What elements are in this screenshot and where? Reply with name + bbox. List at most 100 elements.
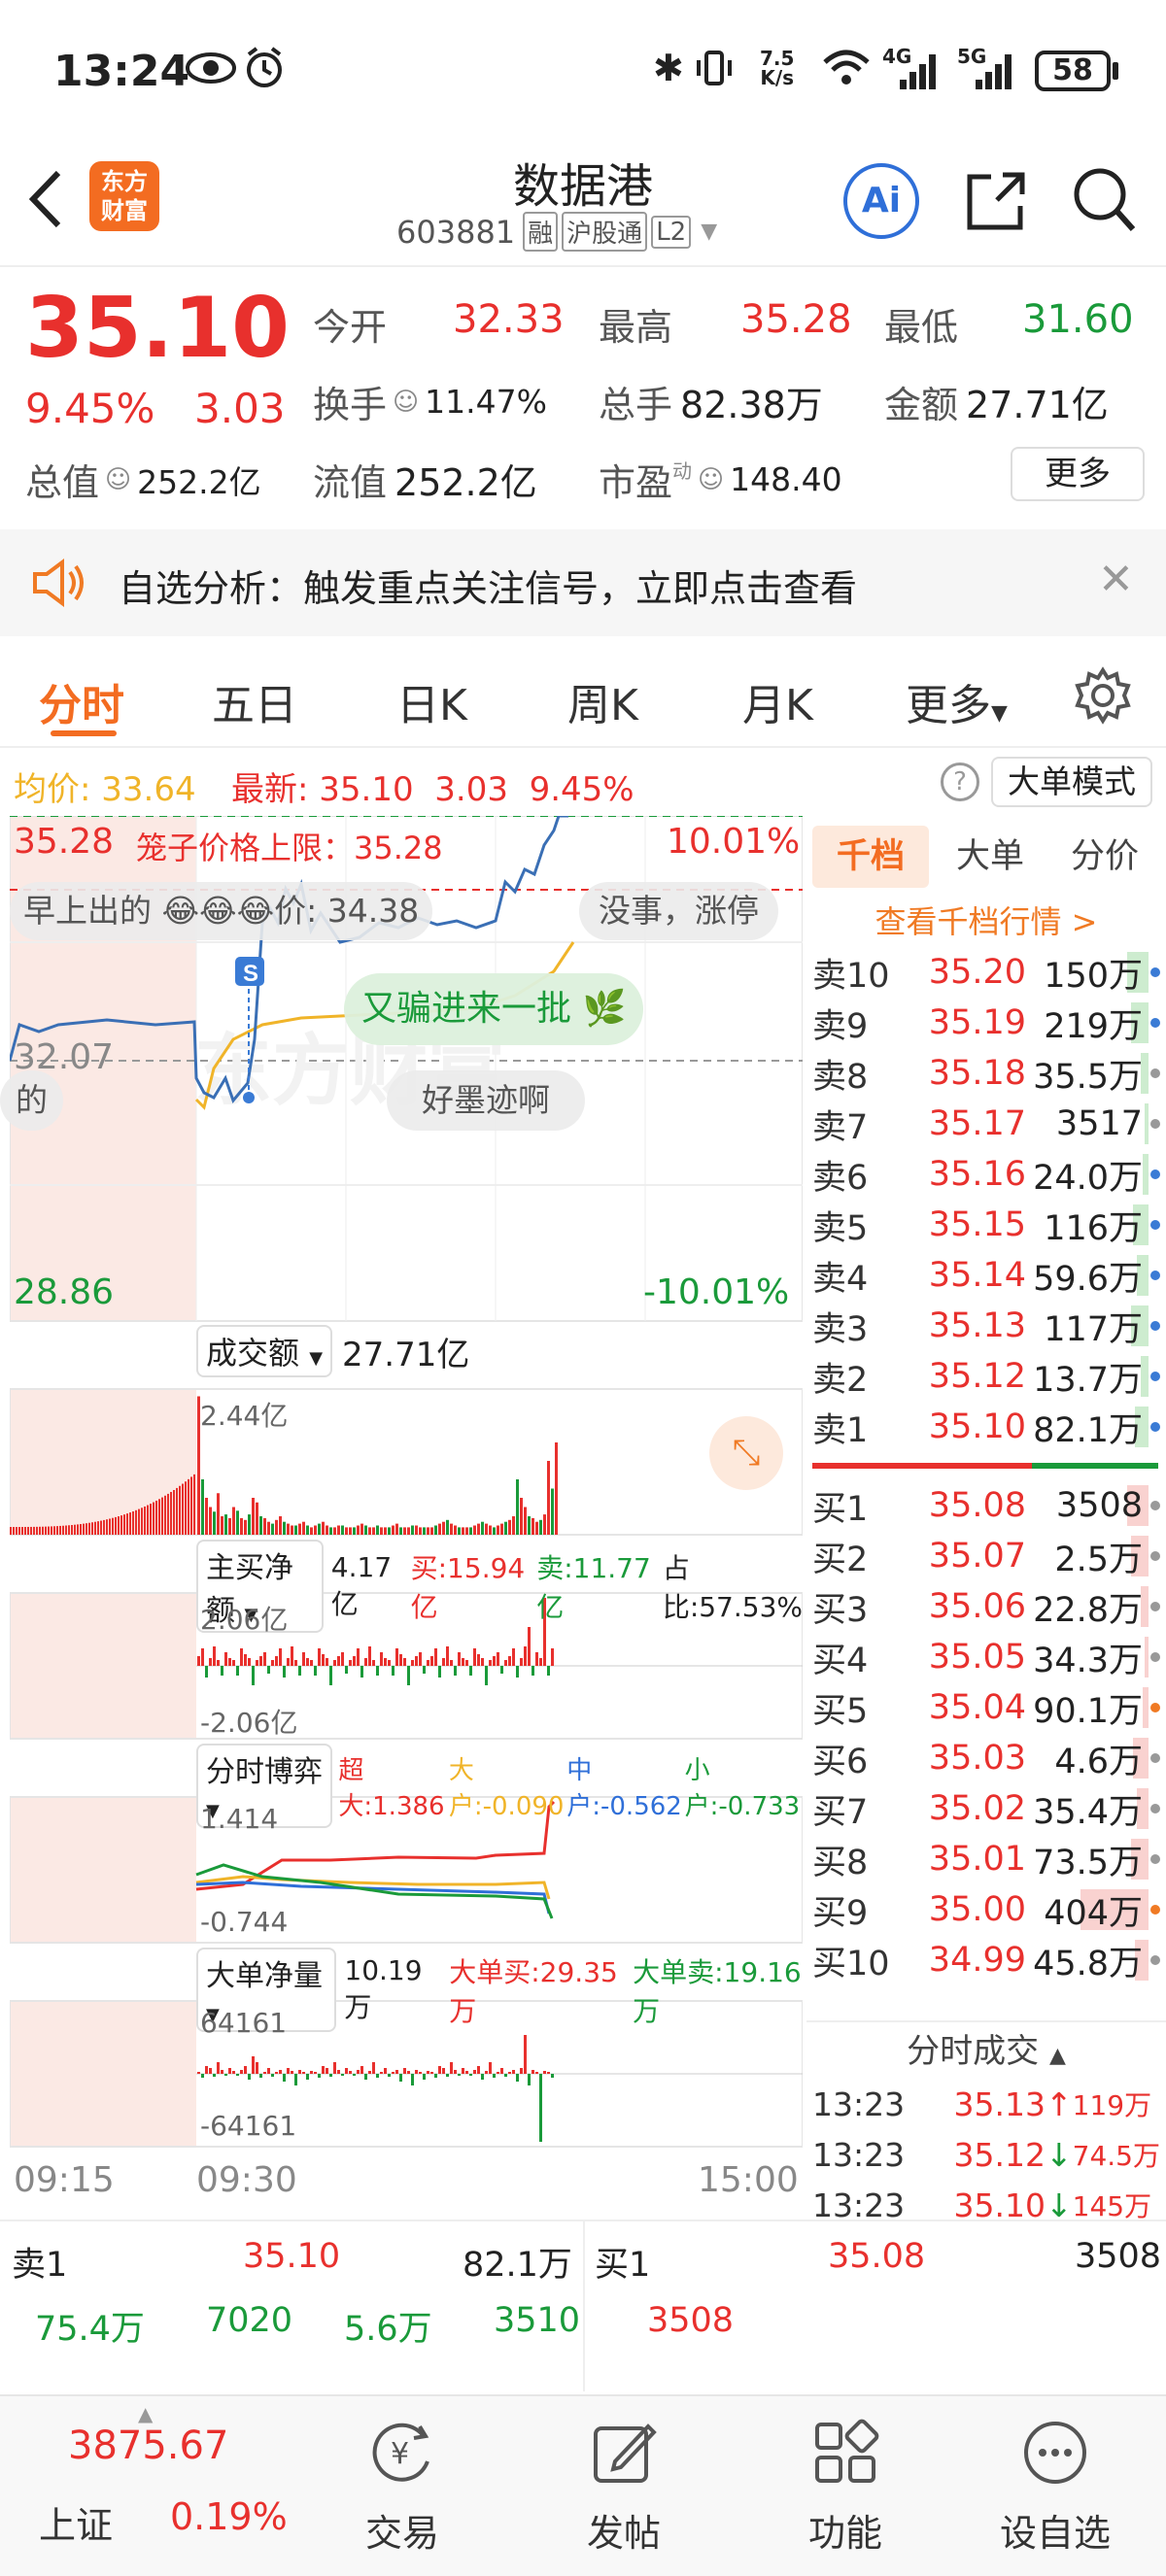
net-buy-bar <box>411 1660 414 1666</box>
tab-intraday[interactable]: 分时 <box>39 670 124 732</box>
bid-level-row[interactable]: 买7 35.02 35.4万 <box>812 1783 1166 1834</box>
net-buy-bar <box>489 1660 492 1666</box>
gear-icon[interactable] <box>1074 666 1132 729</box>
tab-daily-k[interactable]: 日K <box>396 670 467 732</box>
nav-post[interactable]: 发帖 <box>513 2396 735 2576</box>
big-net-bar <box>244 2066 247 2074</box>
amount: 金额 27.71亿 <box>884 384 1109 426</box>
net-buy-bar <box>407 1666 410 1685</box>
volume-bar <box>201 1479 204 1535</box>
volume-bar <box>357 1525 360 1535</box>
ask-level-row[interactable]: 卖10 35.20 150万 <box>812 947 1166 998</box>
nav-functions[interactable]: 功能 <box>735 2396 956 2576</box>
premarket-volume-bar <box>164 1495 166 1535</box>
volume-bar <box>341 1525 344 1535</box>
comment-bubble[interactable]: 没事，涨停 <box>579 882 778 940</box>
level-label: 卖4 <box>812 1259 869 1299</box>
tick-trades-header[interactable]: 分时成交 ▲ <box>806 2020 1166 2079</box>
comment-bubble[interactable]: 好墨迹啊 <box>387 1070 585 1131</box>
tab-five-day[interactable]: 五日 <box>212 670 297 732</box>
stock-header: 东方 财富 数据港 603881 融 沪股通 L2 ▼ Ai <box>0 146 1166 267</box>
net-buy-bar <box>357 1648 360 1666</box>
bid-level-row[interactable]: 买2 35.07 2.5万 <box>812 1531 1166 1581</box>
volume-bar <box>263 1517 266 1535</box>
net-buy-bar <box>539 1658 542 1666</box>
bid-level-row[interactable]: 买1 35.08 3508 <box>812 1480 1166 1531</box>
ask-level-row[interactable]: 卖9 35.19 219万 <box>812 998 1166 1048</box>
share-icon[interactable] <box>962 167 1030 239</box>
volume-bar <box>434 1525 437 1535</box>
tab-weekly-k[interactable]: 周K <box>567 670 638 732</box>
comment-bubble[interactable]: 的 <box>0 1070 63 1131</box>
ask-level-row[interactable]: 卖7 35.17 3517 <box>812 1099 1166 1149</box>
ask-level-row[interactable]: 卖4 35.14 59.6万 <box>812 1250 1166 1301</box>
tab-monthly-k[interactable]: 月K <box>742 670 813 732</box>
big-order-mode-button[interactable]: 大单模式 <box>991 757 1152 807</box>
bid-level-row[interactable]: 买10 34.99 45.8万 <box>812 1935 1166 1985</box>
net-buy-bar <box>512 1648 515 1666</box>
close-icon[interactable]: ✕ <box>1098 555 1134 604</box>
ask-level-row[interactable]: 卖8 35.18 35.5万 <box>812 1048 1166 1099</box>
big-net-bar <box>345 2068 348 2074</box>
level-volume: 404万 <box>1044 1893 1143 1933</box>
ask-level-row[interactable]: 卖3 35.13 117万 <box>812 1301 1166 1351</box>
level-price: 35.06 <box>928 1587 1026 1626</box>
premarket-volume-bar <box>88 1522 90 1535</box>
view-thousand-levels-link[interactable]: 查看千档行情 > <box>806 898 1166 942</box>
status-dot <box>1150 1905 1160 1915</box>
level-price: 35.13 <box>928 1306 1026 1345</box>
stock-name[interactable]: 数据港 <box>408 148 758 216</box>
bid-level-row[interactable]: 买3 35.06 22.8万 <box>812 1581 1166 1632</box>
bid-level-row[interactable]: 买4 35.05 34.3万 <box>812 1632 1166 1682</box>
big-net-bar <box>458 2074 461 2076</box>
tick-time: 13:23 <box>812 2186 906 2224</box>
ai-assistant-icon[interactable]: Ai <box>843 163 919 239</box>
search-icon[interactable] <box>1071 165 1139 239</box>
ask-level-row[interactable]: 卖2 35.12 13.7万 <box>812 1351 1166 1402</box>
help-icon[interactable]: ? <box>941 763 979 801</box>
level-price: 35.14 <box>928 1256 1026 1295</box>
volume-bar <box>376 1525 379 1535</box>
status-dot <box>1150 1119 1160 1129</box>
bid-level-row[interactable]: 买6 35.03 4.6万 <box>812 1733 1166 1783</box>
tab-more[interactable]: 更多▼ <box>906 670 1008 732</box>
premarket-volume-bar <box>132 1510 134 1535</box>
index-ticker[interactable]: ▲ 3875.67 上证 0.19% <box>0 2396 292 2576</box>
edit-icon <box>590 2419 658 2495</box>
big-net-bar <box>291 2071 293 2074</box>
notice-banner[interactable]: 自选分析：触发重点关注信号，立即点击查看 ✕ <box>0 529 1166 636</box>
bid-level-row[interactable]: 买5 35.04 90.1万 <box>812 1682 1166 1733</box>
intraday-chart[interactable]: 东方财富 S 35.28 笼子价格上限：35.28 10.01% 32.07 2… <box>0 814 804 2215</box>
volume-indicator-select[interactable]: 成交额 ▼ <box>196 1325 333 1377</box>
bid-level-row[interactable]: 买9 35.00 404万 <box>812 1884 1166 1935</box>
net-buy-bar <box>469 1666 472 1676</box>
big-net-bar <box>450 2062 453 2074</box>
bid-level-row[interactable]: 买8 35.01 73.5万 <box>812 1834 1166 1884</box>
nav-trade[interactable]: ¥ 交易 <box>292 2396 513 2576</box>
premarket-volume-bar <box>112 1517 114 1535</box>
comment-bubble[interactable]: 早上出的 😂😂😂价: 34.38 <box>10 882 433 940</box>
comment-bubble-highlight[interactable]: 又骗进来一批 🌿 <box>344 973 644 1045</box>
ask-level-row[interactable]: 卖6 35.16 24.0万 <box>812 1149 1166 1200</box>
nav-add-watchlist[interactable]: 设自选 <box>944 2396 1166 2576</box>
net-buy-bar <box>392 1666 394 1676</box>
big-net-bar <box>267 2068 270 2074</box>
time-axis-open: 09:30 <box>196 2160 297 2200</box>
notice-text: 自选分析：触发重点关注信号，立即点击查看 <box>119 567 858 610</box>
volume-bar <box>329 1527 332 1535</box>
tab-price-distribution[interactable]: 分价 <box>1051 826 1158 888</box>
status-dot <box>1150 1220 1160 1230</box>
game-max-label: 1.414 <box>200 1803 279 1835</box>
stock-code-line[interactable]: 603881 融 沪股通 L2 ▼ <box>396 212 717 252</box>
tab-big-orders[interactable]: 大单 <box>937 826 1044 888</box>
ask-level-row[interactable]: 卖5 35.15 116万 <box>812 1200 1166 1250</box>
expand-icon[interactable]: ⤡ <box>709 1416 783 1490</box>
ask-level-row[interactable]: 卖1 35.10 82.1万 <box>812 1402 1166 1452</box>
net-buy-bar <box>240 1648 243 1666</box>
more-button[interactable]: 更多 <box>1011 447 1145 501</box>
net-buy-bar <box>419 1652 422 1666</box>
status-dot <box>1150 1551 1160 1561</box>
volume-bar <box>353 1527 356 1535</box>
tab-thousand-levels[interactable]: 千档 <box>812 826 929 888</box>
back-icon[interactable] <box>21 165 70 237</box>
